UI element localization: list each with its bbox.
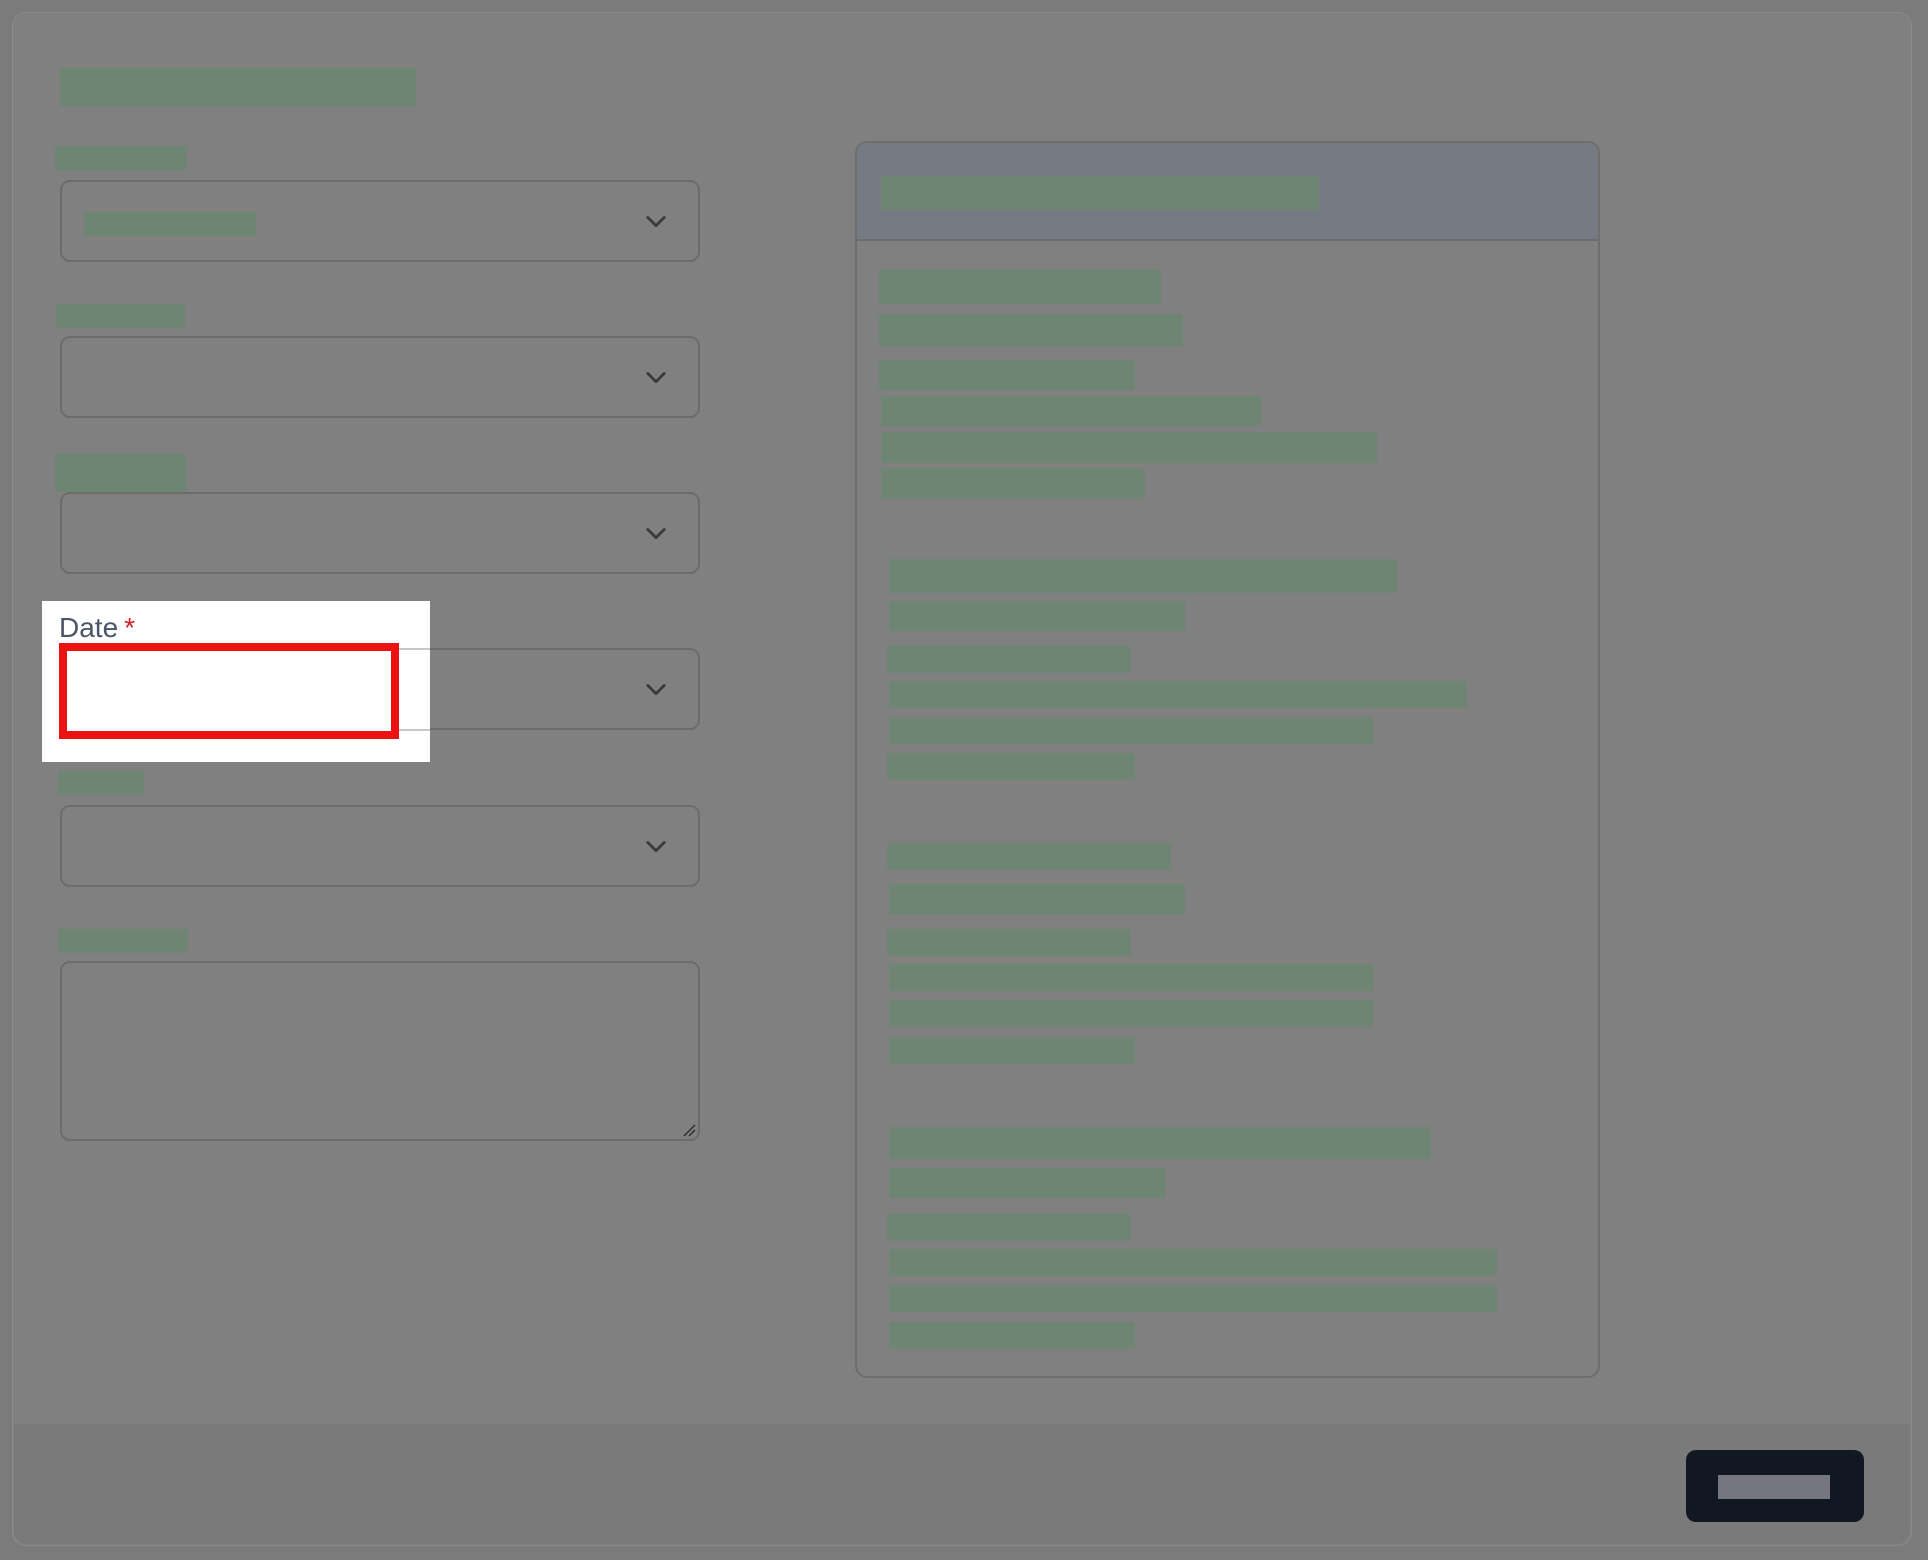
required-mark: * — [124, 612, 136, 643]
panel-line-redacted — [879, 270, 1161, 304]
resize-grip-icon[interactable] — [682, 1123, 696, 1137]
panel-line-redacted — [881, 432, 1377, 463]
panel-line-redacted — [889, 1249, 1497, 1276]
field-5-label-redacted — [58, 771, 144, 795]
chevron-down-icon — [646, 216, 666, 228]
panel-line-redacted — [889, 1322, 1135, 1349]
field-3-select[interactable] — [60, 492, 700, 574]
panel-line-redacted — [889, 1037, 1135, 1064]
select-border-bottom — [399, 729, 430, 731]
panel-line-redacted — [887, 1214, 1131, 1241]
date-field-highlight: Date * — [42, 601, 430, 762]
panel-line-redacted — [889, 681, 1467, 708]
form-title-redacted — [60, 68, 416, 106]
field-1-label-redacted — [55, 146, 187, 170]
summary-panel — [855, 141, 1600, 1378]
chevron-down-icon — [646, 372, 666, 384]
summary-panel-header — [857, 143, 1598, 241]
submit-button[interactable] — [1686, 1450, 1864, 1522]
panel-line-redacted — [889, 559, 1397, 593]
dialog-footer — [14, 1424, 1910, 1544]
panel-line-redacted — [887, 753, 1135, 780]
panel-line-redacted — [881, 396, 1261, 426]
submit-button-label-redacted — [1718, 1475, 1830, 1499]
date-input[interactable] — [59, 643, 399, 739]
panel-title-redacted — [881, 176, 1319, 210]
field-1-select[interactable] — [60, 180, 700, 262]
panel-line-redacted — [879, 360, 1135, 390]
date-label: Date * — [59, 612, 135, 644]
panel-line-redacted — [889, 1127, 1431, 1159]
select-border-top — [399, 648, 430, 650]
panel-line-redacted — [889, 1168, 1165, 1198]
chevron-down-icon — [646, 528, 666, 540]
panel-line-redacted — [889, 884, 1185, 914]
notes-textarea[interactable] — [60, 961, 700, 1141]
panel-line-redacted — [889, 964, 1373, 991]
panel-line-redacted — [889, 601, 1185, 631]
notes-label-redacted — [58, 929, 188, 953]
field-2-select[interactable] — [60, 336, 700, 418]
panel-line-redacted — [887, 929, 1131, 956]
panel-line-redacted — [889, 717, 1373, 744]
panel-line-redacted — [887, 646, 1131, 673]
field-5-select[interactable] — [60, 805, 700, 887]
field-2-label-redacted — [56, 304, 185, 328]
panel-line-redacted — [881, 468, 1145, 499]
field-1-value-redacted — [84, 212, 256, 236]
chevron-down-icon — [646, 684, 666, 696]
panel-line-redacted — [889, 1285, 1497, 1312]
panel-line-redacted — [879, 314, 1183, 346]
field-3-label-redacted — [55, 454, 186, 492]
chevron-down-icon — [646, 841, 666, 853]
panel-line-redacted — [889, 1000, 1373, 1027]
date-label-text: Date — [59, 612, 119, 643]
panel-line-redacted — [887, 843, 1171, 870]
